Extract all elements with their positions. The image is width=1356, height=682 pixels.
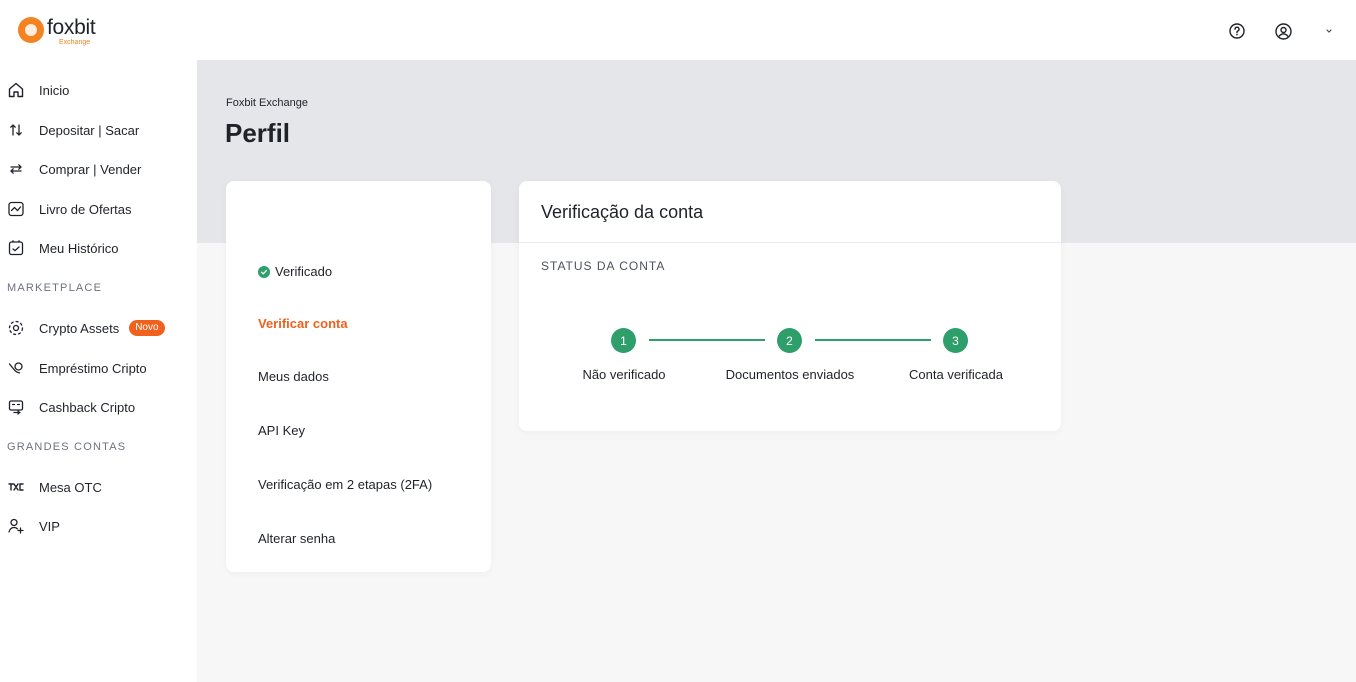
section-grandes-contas: GRANDES CONTAS [7, 441, 127, 453]
sidebar-item-cashback-cripto[interactable]: Cashback Cripto [0, 390, 197, 424]
arrows-up-down-icon [7, 121, 25, 139]
new-badge: Novo [129, 320, 165, 336]
divider [519, 242, 1061, 243]
step-1-label: Não verificado [582, 367, 666, 382]
history-icon [7, 239, 25, 257]
user-circle-icon[interactable] [1274, 22, 1292, 40]
verification-status: Verificado [258, 264, 332, 279]
fox-logo-icon [18, 17, 44, 43]
breadcrumb[interactable]: Foxbit Exchange [226, 97, 308, 109]
home-icon [7, 81, 25, 99]
step-3-label: Conta verificada [909, 367, 1003, 382]
arrows-left-right-icon [7, 160, 25, 178]
logo-name: foxbit [47, 16, 96, 39]
sidebar-item-label: Cashback Cripto [39, 399, 136, 415]
section-marketplace: MARKETPLACE [7, 282, 103, 294]
step-2-label: Documentos enviados [725, 367, 855, 382]
sidebar-item-crypto-assets[interactable]: Crypto Assets Novo [0, 311, 197, 345]
sidebar-item-label: Comprar | Vender [39, 161, 142, 177]
loan-icon [7, 359, 25, 377]
sidebar-item-livro-de-ofertas[interactable]: Livro de Ofertas [0, 192, 197, 226]
user-plus-icon [7, 517, 25, 535]
sidebar-item-vip[interactable]: VIP [0, 509, 197, 543]
menu-item-verificar-conta[interactable]: Verificar conta [258, 316, 348, 331]
sidebar-item-emprestimo-cripto[interactable]: Empréstimo Cripto [0, 351, 197, 385]
sidebar-item-label: Inicio [39, 82, 70, 98]
sidebar-item-inicio[interactable]: Inicio [0, 73, 197, 107]
sidebar-item-label: Empréstimo Cripto [39, 360, 147, 376]
main-content: Foxbit Exchange Perfil Verificado Verifi… [197, 60, 1356, 682]
top-bar: foxbit Exchange [0, 0, 1356, 60]
foxbit-logo[interactable]: foxbit Exchange [18, 16, 96, 46]
verification-status-label: Verificado [275, 264, 333, 279]
sidebar: Inicio Depositar | Sacar Comprar | Vende… [0, 60, 197, 682]
chart-line-icon [7, 200, 25, 218]
sidebar-item-mesa-otc[interactable]: Mesa OTC [0, 470, 197, 504]
sidebar-item-label: Meu Histórico [39, 240, 119, 256]
chevron-down-icon[interactable] [1320, 22, 1338, 40]
step-connector [649, 339, 765, 341]
sidebar-item-label: Livro de Ofertas [39, 201, 132, 217]
logo-subtitle: Exchange [59, 39, 91, 46]
page-title: Perfil [225, 118, 291, 148]
menu-item-2fa[interactable]: Verificação em 2 etapas (2FA) [258, 477, 432, 492]
sidebar-item-label: Depositar | Sacar [39, 122, 140, 138]
menu-item-meus-dados[interactable]: Meus dados [258, 369, 329, 384]
profile-menu-card: Verificado Verificar conta Meus dados AP… [226, 181, 491, 572]
status-label: STATUS DA CONTA [541, 259, 666, 273]
step-1-circle: 1 [611, 328, 636, 353]
step-connector [815, 339, 931, 341]
cashback-icon [7, 398, 25, 416]
card-title: Verificação da conta [541, 202, 704, 222]
sidebar-item-depositar-sacar[interactable]: Depositar | Sacar [0, 113, 197, 147]
menu-item-alterar-senha[interactable]: Alterar senha [258, 531, 335, 546]
verification-card: Verificação da conta STATUS DA CONTA 1 2… [519, 181, 1061, 431]
check-circle-icon [258, 265, 270, 278]
sidebar-item-meu-historico[interactable]: Meu Histórico [0, 231, 197, 265]
sidebar-item-label: VIP [39, 518, 60, 534]
help-circle-icon[interactable] [1228, 22, 1246, 40]
step-3-circle: 3 [943, 328, 968, 353]
sidebar-item-comprar-vender[interactable]: Comprar | Vender [0, 152, 197, 186]
sidebar-item-label: Crypto Assets [39, 320, 120, 336]
sidebar-item-label: Mesa OTC [39, 479, 102, 495]
crypto-assets-icon [7, 319, 25, 337]
menu-item-api-key[interactable]: API Key [258, 423, 305, 438]
otc-icon [7, 478, 25, 496]
step-2-circle: 2 [777, 328, 802, 353]
